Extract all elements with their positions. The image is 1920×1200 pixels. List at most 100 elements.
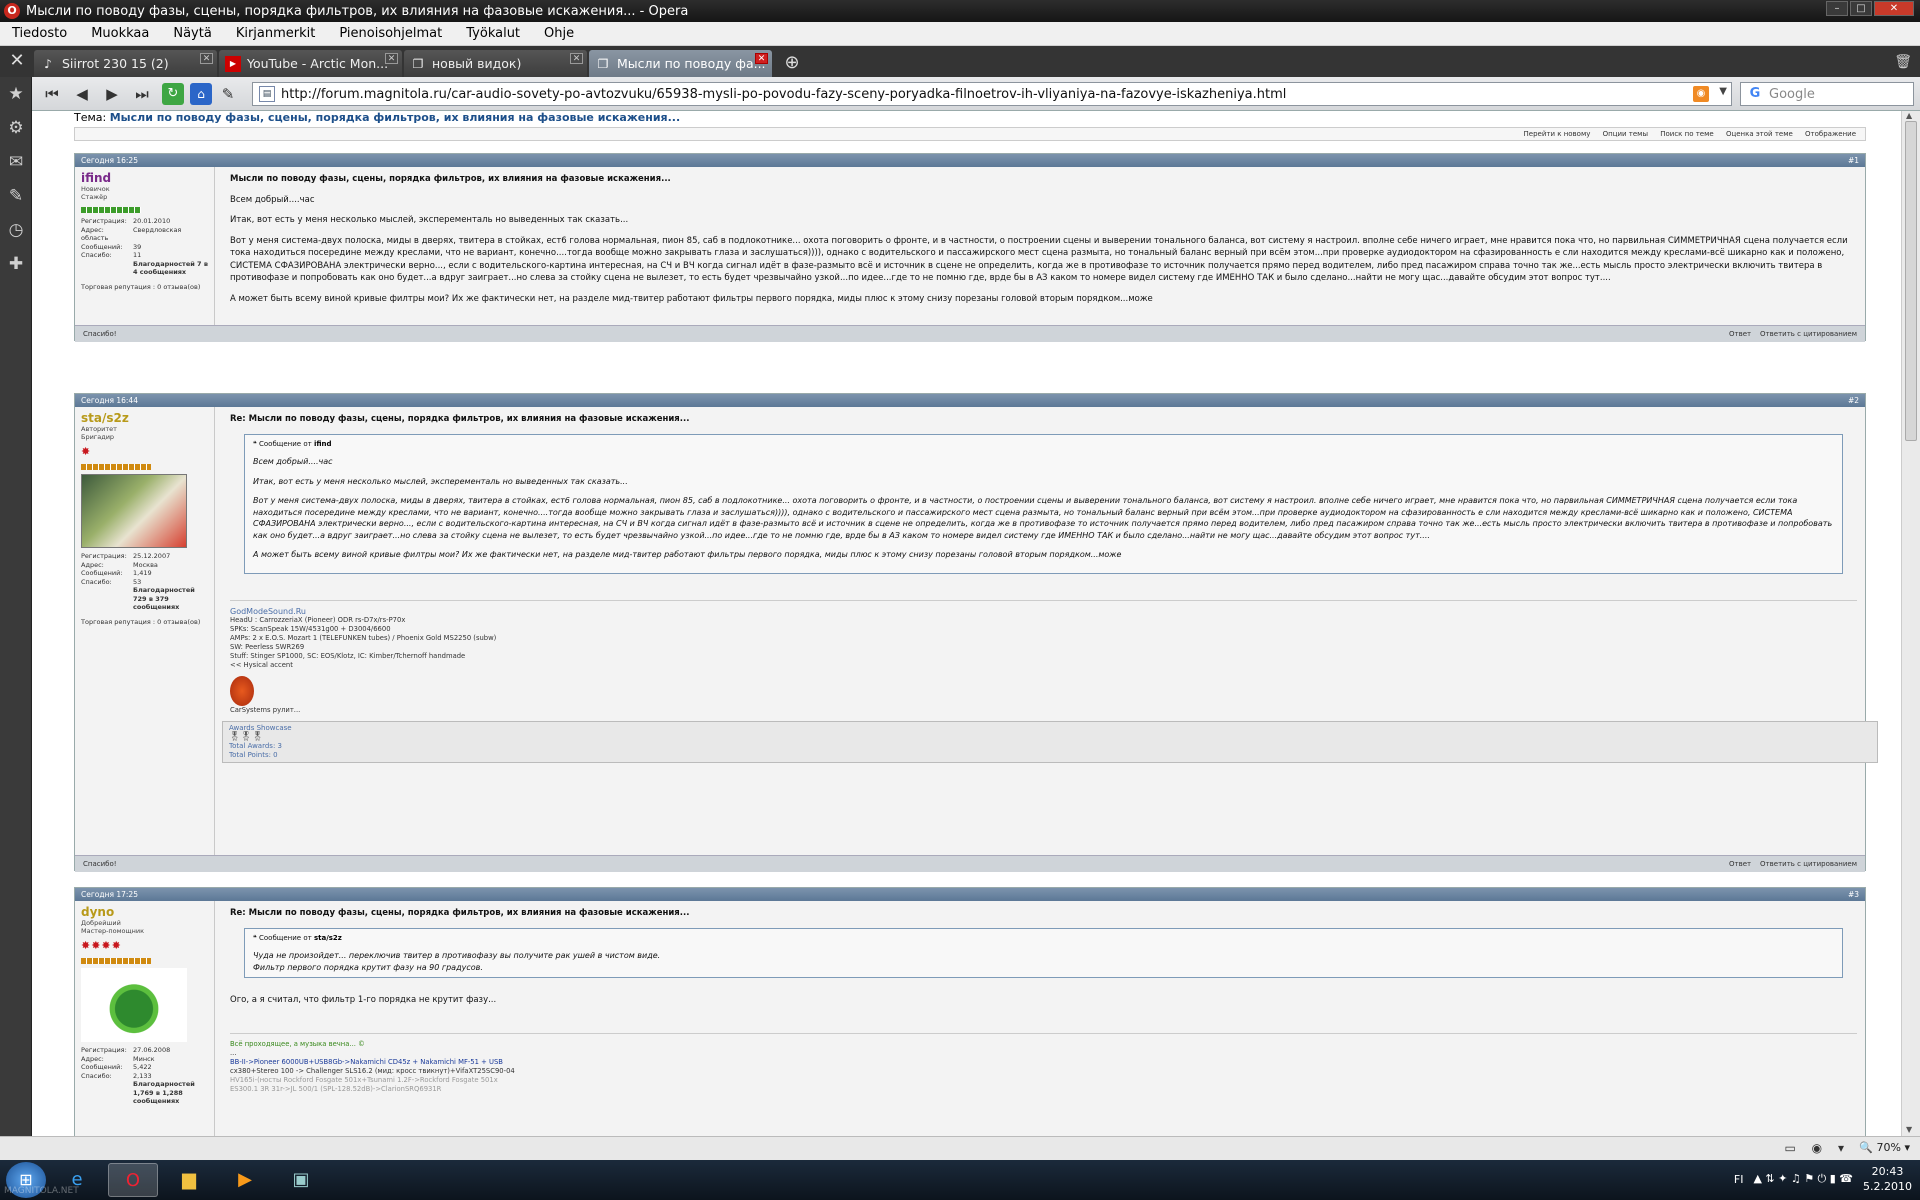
vertical-scrollbar[interactable]: ▲ ▼ [1901, 111, 1920, 1136]
tab-youtube[interactable]: ▶ YouTube - Arctic Mon... ✕ [219, 50, 402, 77]
user-rank: Стажёр [81, 193, 108, 201]
tab-close-icon[interactable]: ✕ [570, 53, 583, 64]
thread-options-menu[interactable]: Опции темы [1603, 130, 1648, 138]
youtube-icon: ▶ [225, 55, 241, 72]
reputation-bar [81, 464, 151, 470]
menu-help[interactable]: Ohje [532, 26, 586, 41]
new-tab-button[interactable]: ⊕ [780, 51, 804, 75]
history-clock-icon[interactable]: ◷ [0, 213, 32, 247]
trash-icon[interactable]: 🗑 [1894, 54, 1912, 70]
quote-author[interactable]: sta/s2z [314, 934, 342, 942]
award-medal-icon: 🎖🎖🎖 [229, 731, 264, 742]
rewind-button[interactable]: ⏮ [38, 81, 66, 107]
tab-label: новый видок) [432, 56, 522, 71]
topic-title[interactable]: Мысли по поводу фазы, сцены, порядка фил… [110, 111, 680, 124]
address-bar[interactable]: ▤ http://forum.magnitola.ru/car-audio-so… [252, 82, 1732, 106]
settings-gear-icon[interactable]: ⚙ [0, 111, 32, 145]
tools-icon[interactable]: ✎ [0, 179, 32, 213]
google-icon: G [1749, 86, 1761, 101]
menu-view[interactable]: Näytä [161, 26, 223, 41]
scroll-down-icon[interactable]: ▼ [1906, 1125, 1912, 1134]
opera-menu-button[interactable]: ✕ [0, 46, 34, 77]
bookmarks-star-icon[interactable]: ★ [0, 77, 32, 111]
status-icons[interactable]: ▭ ◉ ▾ [1785, 1141, 1850, 1155]
home-button[interactable]: ⌂ [190, 82, 212, 105]
post-message: Re: Мысли по поводу фазы, сцены, порядка… [222, 901, 1865, 1100]
tab-close-icon[interactable]: ✕ [200, 53, 213, 64]
awards-title[interactable]: Awards Showcase [229, 724, 1871, 733]
back-button[interactable]: ◀ [68, 81, 96, 107]
chevron-down-icon[interactable]: ▼ [1719, 86, 1727, 97]
minimize-button[interactable]: – [1826, 1, 1848, 16]
post-number[interactable]: #2 [1848, 396, 1859, 405]
computer-icon[interactable]: ▣ [276, 1163, 326, 1197]
tab-forum-thread[interactable]: ❐ Мысли по поводу фа... ✕ [589, 50, 772, 77]
close-button[interactable]: ✕ [1874, 1, 1914, 16]
quote-text: Фильтр первого порядка крутит фазу на 90… [253, 962, 483, 972]
maximize-button[interactable]: □ [1850, 1, 1872, 16]
post-header: Сегодня 17:25 #3 [75, 888, 1865, 901]
quote-reply-button[interactable]: Ответить с цитированием [1760, 330, 1857, 338]
menu-tools[interactable]: Työkalut [454, 26, 532, 41]
media-player-icon[interactable]: ▶ [220, 1163, 270, 1197]
post-text: Всем добрый....час [230, 194, 315, 205]
display-mode-menu[interactable]: Отображение [1805, 130, 1856, 138]
tab-close-icon[interactable]: ✕ [755, 53, 768, 64]
address-url[interactable]: http://forum.magnitola.ru/car-audio-sove… [281, 87, 1286, 102]
menu-edit[interactable]: Muokkaa [79, 26, 161, 41]
opera-taskbar-icon[interactable]: O [108, 1163, 158, 1197]
reputation-bar [81, 958, 151, 964]
username[interactable]: sta/s2z [81, 411, 208, 425]
menu-widgets[interactable]: Pienoisohjelmat [327, 26, 454, 41]
user-info: dyno Добрейший Мастер-помощник ✸✸✸✸ Реги… [75, 901, 215, 1136]
post-number[interactable]: #1 [1848, 156, 1859, 165]
tab-downloads[interactable]: ♪ Siirrot 230 15 (2) ✕ [34, 50, 217, 77]
reply-button[interactable]: Ответ [1729, 860, 1751, 868]
post-title: Re: Мысли по поводу фазы, сцены, порядка… [230, 908, 690, 918]
quote-reply-button[interactable]: Ответить с цитированием [1760, 860, 1857, 868]
menu-file[interactable]: Tiedosto [0, 26, 79, 41]
search-placeholder[interactable]: Google [1769, 87, 1815, 102]
reply-buttons: Ответ Ответить с цитированием [1729, 330, 1857, 338]
rate-thread-menu[interactable]: Оценка этой теме [1726, 130, 1793, 138]
go-to-new-link[interactable]: Перейти к новому [1524, 130, 1591, 138]
post-number[interactable]: #3 [1848, 890, 1859, 899]
user-title: Авторитет [81, 425, 117, 433]
folder-icon[interactable]: ▆ [164, 1163, 214, 1197]
username[interactable]: ifind [81, 171, 208, 185]
user-stats: Регистрация: 20.01.2010 Адрес: Свердловска… [81, 217, 208, 277]
tray-icons[interactable]: ▲ ⇅ ✦ ♫ ⚑ ⏻ ▮ ☎ [1753, 1172, 1853, 1186]
tab-close-icon[interactable]: ✕ [385, 53, 398, 64]
username[interactable]: dyno [81, 905, 208, 919]
user-stats: Регистрация: 25.12.2007 Адрес: Москва Сооб… [81, 552, 208, 612]
thanks-count: Благодарностей 7 в 4 сообщениях [133, 259, 208, 277]
wand-icon[interactable]: ✎ [214, 81, 242, 107]
post-footer: Спасибо! Ответ Ответить с цитированием [75, 325, 1865, 342]
rss-feed-icon[interactable]: ◉ [1693, 86, 1709, 102]
award-star-icon: ✸ [81, 445, 92, 458]
search-thread-menu[interactable]: Поиск по теме [1660, 130, 1713, 138]
user-title: Добрейший [81, 919, 121, 927]
scrollbar-thumb[interactable] [1905, 121, 1917, 441]
quote-author[interactable]: ifind [314, 440, 332, 448]
mail-icon[interactable]: ✉ [0, 145, 32, 179]
scroll-up-icon[interactable]: ▲ [1906, 111, 1912, 120]
reload-button[interactable]: ↻ [162, 82, 184, 105]
search-field[interactable]: G Google [1740, 82, 1914, 106]
menu-bookmarks[interactable]: Kirjanmerkit [224, 26, 328, 41]
awards-showcase: Awards Showcase 🎖🎖🎖 Total Awards: 3 Tota… [222, 720, 1878, 763]
user-stats: Регистрация: 27.06.2008 Адрес: Минск Сообщ… [81, 1046, 208, 1106]
clock[interactable]: 20:43 5.2.2010 [1863, 1164, 1912, 1194]
zoom-level[interactable]: 🔍 70% ▾ [1859, 1141, 1910, 1154]
add-panel-icon[interactable]: ✚ [0, 247, 32, 281]
thanks-button[interactable]: Спасибо! [83, 860, 117, 868]
fast-forward-button[interactable]: ⏭ [128, 81, 156, 107]
signature-link[interactable]: GodModeSound.Ru [230, 607, 1857, 616]
tab-new-look[interactable]: ❐ новый видок) ✕ [404, 50, 587, 77]
reply-button[interactable]: Ответ [1729, 330, 1751, 338]
thanks-button[interactable]: Спасибо! [83, 330, 117, 338]
language-indicator[interactable]: FI [1734, 1173, 1744, 1186]
signature: Всё проходящее, а музыка вечна... © ... … [230, 1032, 1857, 1094]
forward-button[interactable]: ▶ [98, 81, 126, 107]
opera-icon: O [4, 3, 20, 19]
